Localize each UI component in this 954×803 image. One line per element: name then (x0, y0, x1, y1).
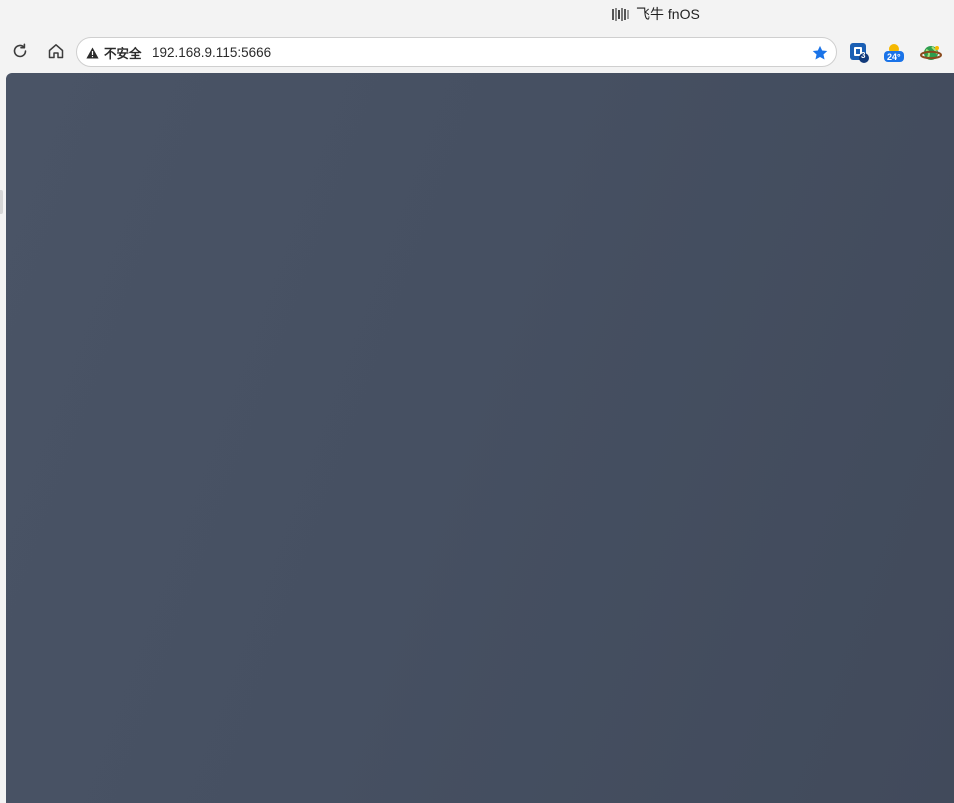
home-icon (48, 44, 64, 59)
title-bar: 飞牛 fnOS (0, 0, 954, 30)
home-button[interactable] (44, 39, 68, 63)
ext-b-icon (850, 43, 869, 63)
weather-button[interactable]: 24° (883, 42, 905, 64)
extension-b-button[interactable]: 3 (848, 42, 870, 64)
warning-icon (86, 47, 99, 58)
tab[interactable]: 飞牛 fnOS (612, 5, 700, 23)
bookmark-star-icon (812, 45, 828, 60)
security-label: 不安全 (104, 47, 142, 61)
security-indicator[interactable]: 不安全 (86, 44, 142, 61)
tab-title: 飞牛 fnOS (636, 6, 700, 22)
fnos-favicon-icon (612, 7, 629, 21)
reload-icon (13, 43, 27, 58)
browser-toolbar: 不安全 192.168.9.115:5666 3 24° (0, 30, 954, 72)
page-content (6, 73, 954, 803)
side-panel-handle[interactable] (0, 190, 3, 214)
url-text[interactable]: 192.168.9.115:5666 (152, 45, 271, 60)
reload-button[interactable] (8, 39, 32, 63)
globe-extension-button[interactable] (920, 42, 942, 64)
address-bar[interactable]: 不安全 192.168.9.115:5666 (76, 37, 837, 67)
extension-b-badge: 3 (861, 51, 866, 60)
globe-ext-icon (920, 46, 942, 60)
bookmark-button[interactable] (809, 42, 831, 64)
weather-badge: 24° (887, 52, 901, 62)
